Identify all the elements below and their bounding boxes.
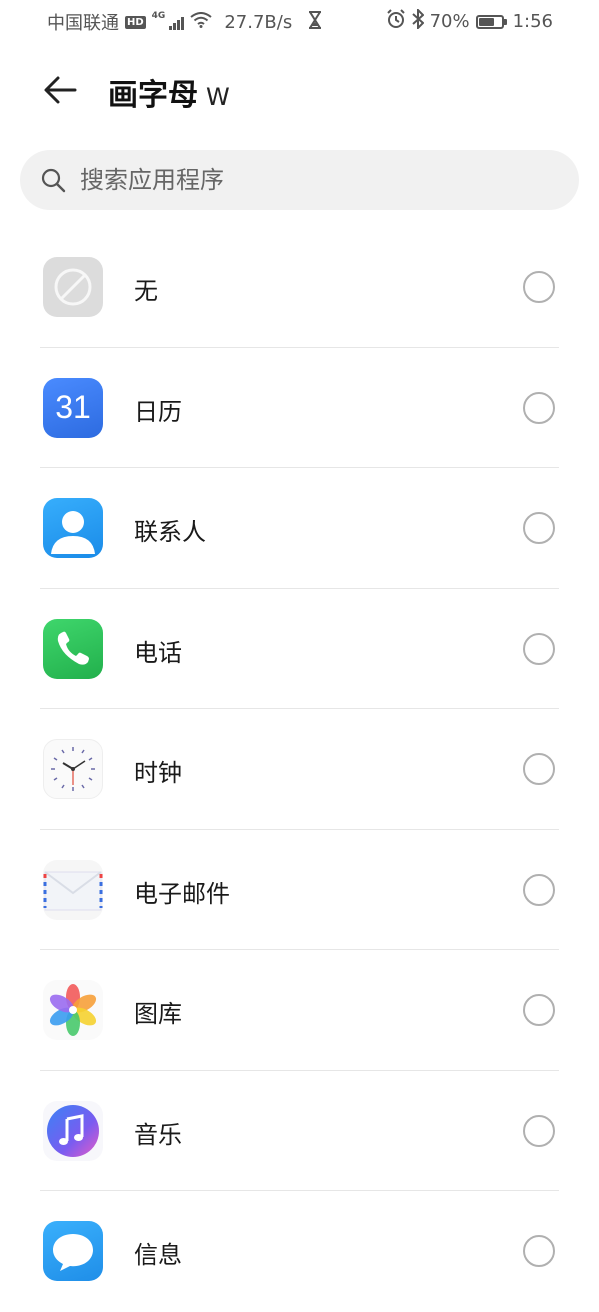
radio-button[interactable] — [523, 753, 555, 785]
none-icon — [43, 257, 103, 317]
app-label: 电子邮件 — [134, 879, 230, 908]
status-right: 70% 1:56 — [386, 7, 553, 34]
app-label: 信息 — [134, 1241, 182, 1269]
status-left: 中国联通 HD 4G 27.7B/s — [47, 9, 322, 35]
title-text: 画字母 — [108, 78, 198, 113]
status-bar: 中国联通 HD 4G 27.7B/s 70% 1:56 — [0, 0, 599, 42]
radio-button[interactable] — [523, 1114, 555, 1147]
app-label: 电话 — [134, 638, 182, 667]
clock-icon — [43, 739, 103, 799]
arrow-left-icon — [44, 76, 77, 104]
battery-percent: 70% — [429, 11, 470, 32]
app-label: 图库 — [134, 1000, 182, 1028]
app-label: 日历 — [134, 397, 182, 426]
list-item[interactable]: 电子邮件 — [0, 830, 599, 950]
list-item[interactable]: 时钟 — [0, 709, 599, 830]
clock-time: 1:56 — [512, 11, 553, 32]
app-list: 无 31 日历 联系人 电话 时钟 电子邮件 图库 音乐 信息 — [0, 227, 599, 1312]
list-item[interactable]: 联系人 — [0, 468, 599, 589]
title-suffix: W — [206, 83, 230, 111]
calendar-icon: 31 — [43, 377, 103, 438]
list-item[interactable]: 信息 — [0, 1191, 599, 1312]
messages-icon — [43, 1221, 103, 1281]
page-title: 画字母 W — [108, 70, 230, 114]
email-icon — [43, 859, 103, 920]
bluetooth-icon — [411, 7, 425, 34]
header: 画字母 W — [0, 60, 599, 120]
list-item[interactable]: 31 日历 — [0, 348, 599, 468]
app-label: 无 — [134, 277, 158, 305]
music-icon — [43, 1100, 103, 1161]
hourglass-icon — [308, 10, 322, 34]
search-bar[interactable] — [20, 150, 579, 210]
search-input[interactable] — [78, 165, 542, 195]
radio-button[interactable] — [523, 873, 555, 906]
network-type: 4G — [151, 11, 166, 21]
phone-icon — [43, 618, 103, 679]
battery-icon — [475, 14, 507, 29]
gallery-icon — [43, 980, 103, 1040]
app-label: 音乐 — [134, 1120, 182, 1149]
radio-button[interactable] — [523, 632, 555, 665]
radio-button[interactable] — [523, 1235, 555, 1267]
contacts-icon — [43, 498, 103, 558]
network-speed: 27.7B/s — [224, 11, 293, 33]
app-label: 时钟 — [134, 759, 182, 787]
list-item[interactable]: 无 — [0, 227, 599, 348]
list-item[interactable]: 图库 — [0, 950, 599, 1071]
list-item[interactable]: 电话 — [0, 589, 599, 709]
hd-badge: HD — [125, 15, 146, 29]
calendar-day: 31 — [55, 389, 91, 425]
search-icon — [41, 168, 66, 193]
radio-button[interactable] — [523, 512, 555, 544]
signal-icon — [169, 15, 185, 30]
back-button[interactable] — [38, 68, 82, 112]
list-item[interactable]: 音乐 — [0, 1071, 599, 1191]
radio-button[interactable] — [523, 391, 555, 424]
app-label: 联系人 — [134, 518, 206, 546]
alarm-icon — [386, 9, 406, 34]
carrier-name: 中国联通 — [47, 13, 119, 34]
radio-button[interactable] — [523, 994, 555, 1026]
radio-button[interactable] — [523, 271, 555, 303]
wifi-icon — [190, 11, 212, 33]
